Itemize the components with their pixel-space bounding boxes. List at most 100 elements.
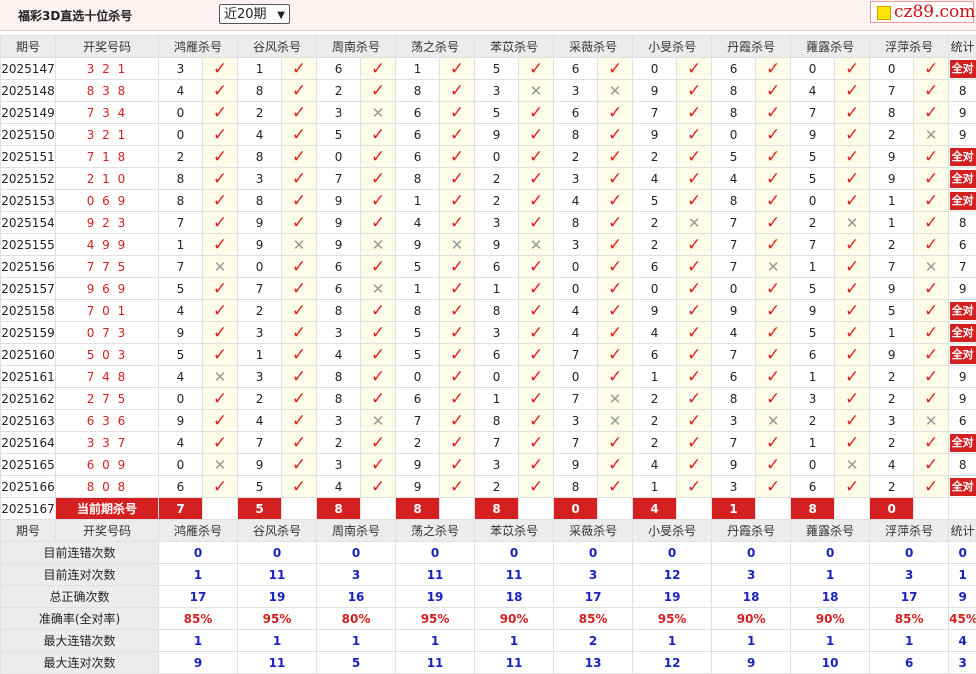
result-mark-cell: ✓ xyxy=(677,256,712,278)
check-icon: ✓ xyxy=(450,477,464,497)
header-expert: 采薇杀号 xyxy=(554,520,633,542)
result-mark-cell: ✓ xyxy=(203,124,238,146)
result-mark-cell: ✓ xyxy=(440,58,475,80)
result-mark-cell: ✓ xyxy=(440,300,475,322)
summary-value: 90% xyxy=(791,608,870,630)
draw-code: 0 7 3 xyxy=(56,322,159,344)
summary-value: 1 xyxy=(159,564,238,586)
result-mark-cell: ✓ xyxy=(756,102,791,124)
summary-value: 18 xyxy=(712,586,791,608)
kill-digit: 1 xyxy=(475,278,519,300)
summary-value: 95% xyxy=(396,608,475,630)
check-icon: ✓ xyxy=(213,433,227,453)
current-period-row: 2025167当前期杀号7588804180 xyxy=(1,498,976,520)
summary-value: 0 xyxy=(791,542,870,564)
kill-digit: 7 xyxy=(238,432,282,454)
check-icon: ✓ xyxy=(687,323,701,343)
check-icon: ✓ xyxy=(371,191,385,211)
cross-icon: ✕ xyxy=(925,258,938,276)
summary-value: 0 xyxy=(554,542,633,564)
result-mark-cell: ✓ xyxy=(282,80,317,102)
check-icon: ✓ xyxy=(924,345,938,365)
kill-digit: 9 xyxy=(238,212,282,234)
check-icon: ✓ xyxy=(213,301,227,321)
kill-digit: 9 xyxy=(475,234,519,256)
current-kill-digit: 8 xyxy=(396,498,440,520)
draw-code: 7 4 8 xyxy=(56,366,159,388)
check-icon: ✓ xyxy=(292,411,306,431)
kill-digit: 3 xyxy=(475,322,519,344)
check-icon: ✓ xyxy=(529,169,543,189)
kill-digit: 8 xyxy=(396,300,440,322)
kill-digit: 3 xyxy=(317,102,361,124)
kill-digit: 2 xyxy=(317,432,361,454)
current-kill-digit: 1 xyxy=(712,498,756,520)
current-kill-digit: 4 xyxy=(633,498,677,520)
result-mark-cell: ✓ xyxy=(677,278,712,300)
check-icon: ✓ xyxy=(608,323,622,343)
check-icon: ✓ xyxy=(687,169,701,189)
summary-value: 1 xyxy=(159,630,238,652)
issue-number: 2025160 xyxy=(1,344,56,366)
result-mark-cell: ✓ xyxy=(203,212,238,234)
header-code: 开奖号码 xyxy=(56,520,159,542)
summary-label: 总正确次数 xyxy=(1,586,159,608)
check-icon: ✓ xyxy=(450,103,464,123)
site-logo[interactable]: cz89.com xyxy=(870,1,974,23)
check-icon: ✓ xyxy=(845,477,859,497)
check-icon: ✓ xyxy=(371,433,385,453)
header-expert: 浮萍杀号 xyxy=(870,36,949,58)
result-mark-cell: ✓ xyxy=(519,278,554,300)
summary-value: 85% xyxy=(554,608,633,630)
result-mark-cell: ✓ xyxy=(835,366,870,388)
check-icon: ✓ xyxy=(450,389,464,409)
kill-digit: 0 xyxy=(554,278,598,300)
kill-digit: 7 xyxy=(554,432,598,454)
draw-code: 6 0 9 xyxy=(56,454,159,476)
check-icon: ✓ xyxy=(687,477,701,497)
result-mark-cell: ✓ xyxy=(203,410,238,432)
check-icon: ✓ xyxy=(450,257,464,277)
row-stat: 全对 xyxy=(949,146,976,168)
check-icon: ✓ xyxy=(845,279,859,299)
all-right-badge: 全对 xyxy=(950,170,976,188)
check-icon: ✓ xyxy=(845,433,859,453)
result-mark-cell: ✓ xyxy=(440,476,475,498)
result-mark-cell: ✓ xyxy=(914,432,949,454)
check-icon: ✓ xyxy=(450,279,464,299)
check-icon: ✓ xyxy=(845,235,859,255)
check-icon: ✓ xyxy=(529,257,543,277)
draw-code: 3 2 1 xyxy=(56,58,159,80)
result-mark-cell: ✓ xyxy=(914,80,949,102)
result-mark-cell: ✓ xyxy=(440,80,475,102)
summary-label: 准确率(全对率) xyxy=(1,608,159,630)
check-icon: ✓ xyxy=(292,279,306,299)
all-right-badge: 全对 xyxy=(950,60,976,78)
row-stat: 9 xyxy=(949,278,976,300)
check-icon: ✓ xyxy=(371,367,385,387)
result-mark-cell: ✕ xyxy=(282,234,317,256)
check-icon: ✓ xyxy=(845,169,859,189)
check-icon: ✓ xyxy=(766,125,780,145)
kill-digit: 7 xyxy=(712,212,756,234)
period-range-select[interactable]: 近20期 ▼ xyxy=(219,4,290,24)
check-icon: ✓ xyxy=(687,411,701,431)
kill-digit: 8 xyxy=(317,300,361,322)
header-expert: 丹霞杀号 xyxy=(712,36,791,58)
summary-value: 0 xyxy=(633,542,712,564)
summary-value: 90% xyxy=(475,608,554,630)
table-row: 20251517 1 82✓8✓0✓6✓0✓2✓2✓5✓5✓9✓全对 xyxy=(1,146,976,168)
result-mark-cell: ✓ xyxy=(440,432,475,454)
result-mark-cell: ✓ xyxy=(282,476,317,498)
result-mark-cell: ✓ xyxy=(361,388,396,410)
cross-icon: ✕ xyxy=(767,258,780,276)
check-icon: ✓ xyxy=(450,433,464,453)
result-mark-cell: ✕ xyxy=(914,124,949,146)
kill-digit: 3 xyxy=(475,454,519,476)
result-mark-cell: ✓ xyxy=(598,234,633,256)
row-stat: 6 xyxy=(949,410,976,432)
kill-digit: 6 xyxy=(712,366,756,388)
row-stat: 全对 xyxy=(949,476,976,498)
kill-digit: 5 xyxy=(791,146,835,168)
result-mark-cell: ✓ xyxy=(440,322,475,344)
